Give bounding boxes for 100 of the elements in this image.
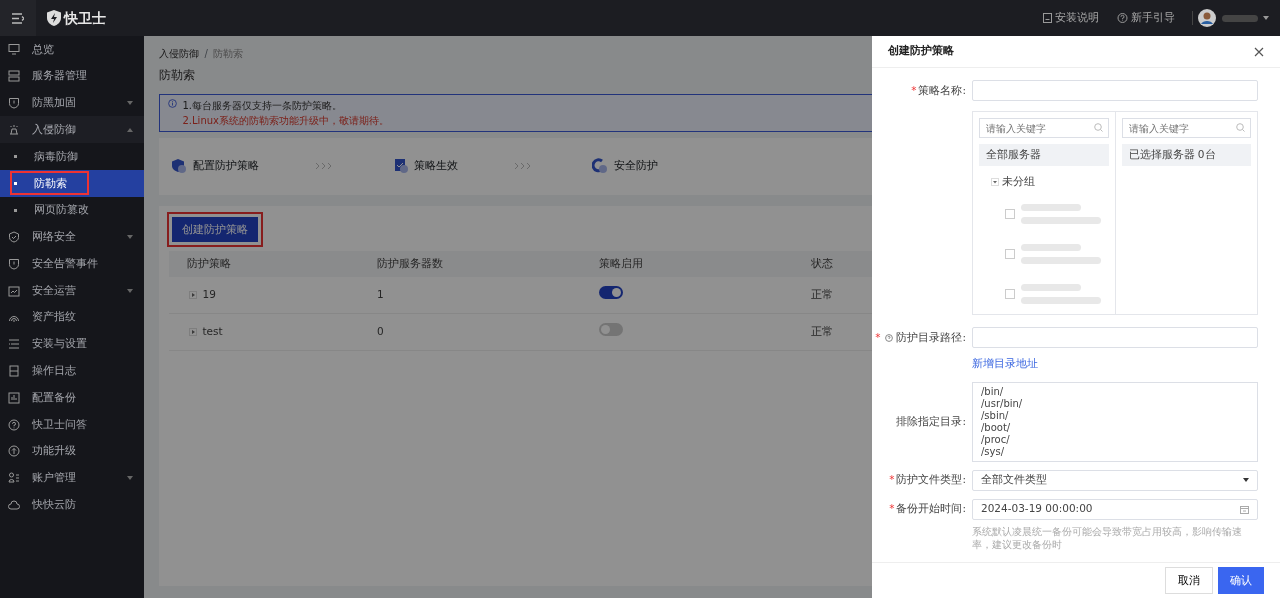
shield-check-icon [8, 230, 20, 243]
alarm-icon [8, 123, 20, 136]
sidebar-subitem[interactable]: 防勒索 [0, 170, 144, 197]
confirm-button[interactable]: 确认 [1218, 566, 1264, 595]
checkbox[interactable] [1005, 248, 1015, 259]
sidebar-subitem[interactable]: 病毒防御 [0, 143, 144, 170]
user-avatar-icon [1198, 9, 1216, 27]
help-link[interactable]: 新手引导 [1110, 9, 1181, 27]
bullet-icon [14, 181, 17, 185]
sidebar-item[interactable]: 资产指纹 [0, 303, 144, 331]
field-label: 防护目录路径: [896, 329, 966, 345]
group-toggle-button[interactable] [991, 177, 999, 186]
upgrade-icon [8, 445, 20, 458]
page-title: 防勒索 [159, 67, 196, 84]
toggle-switch[interactable] [599, 322, 623, 336]
sidebar-item[interactable]: 操作日志 [0, 357, 144, 385]
blurred-username [1221, 14, 1258, 22]
shield-icon [8, 97, 20, 109]
chevrons-icon [514, 162, 532, 170]
shield-logo-icon [47, 10, 61, 26]
menu-icon [12, 12, 24, 24]
help-icon [885, 333, 894, 342]
list-header: 全部服务器 [986, 147, 1041, 163]
server-search-field[interactable]: 请输入关键字 [1121, 118, 1251, 138]
menu-toggle-button[interactable] [0, 0, 36, 36]
cloud-icon [8, 498, 20, 511]
caret-down-icon [991, 177, 999, 186]
caret-up-icon [126, 127, 133, 132]
caret-down-icon [126, 234, 133, 239]
sidebar-item[interactable]: 入侵防御 [0, 116, 144, 144]
caret-down-icon [126, 288, 133, 293]
required-mark: * [875, 329, 881, 345]
column-header: 策略启用 [598, 255, 644, 271]
policy-name: test [202, 323, 223, 339]
sidebar-item[interactable]: 账户管理 [0, 464, 144, 492]
field-label: 排除指定目录: [896, 413, 966, 429]
file-type-select[interactable]: 全部文件类型 [972, 469, 1258, 491]
toggle-switch[interactable] [599, 285, 623, 299]
sidebar-item[interactable]: 服务器管理 [0, 62, 144, 90]
table-cell-text: 0 [376, 323, 385, 339]
sidebar-item[interactable]: 配置备份 [0, 384, 144, 412]
drawer-title: 创建防护策略 [888, 43, 954, 60]
start-time-field[interactable]: 2024-03-19 00:00:00 [972, 498, 1258, 520]
bullet-icon [14, 155, 17, 159]
backup-icon [8, 391, 20, 404]
exclude-directories-field[interactable]: /bin/ /usr/bin/ /sbin/ /boot/ /proc/ /sys/ [972, 381, 1258, 462]
step-label: 安全防护 [613, 157, 658, 174]
column-header: 防护服务器数 [376, 255, 444, 271]
bullet-icon [14, 208, 17, 212]
server-search-field[interactable]: 请输入关键字 [979, 118, 1109, 138]
sidebar-item[interactable]: 防黑加固 [0, 89, 144, 117]
search-icon [1236, 123, 1245, 132]
breadcrumb-link[interactable]: 入侵防御 [159, 46, 199, 64]
monitor-icon [8, 43, 20, 56]
checkbox[interactable] [1005, 208, 1015, 219]
server-icon [8, 70, 20, 83]
directory-path-field[interactable] [972, 327, 1258, 348]
app-logo-text: 快卫士 [63, 8, 106, 28]
cancel-button[interactable]: 取消 [1164, 566, 1213, 595]
sidebar-subitem[interactable]: 网页防篡改 [0, 196, 144, 224]
caret-down-icon [1243, 478, 1249, 483]
expand-row-button[interactable] [189, 290, 197, 299]
calendar-icon [1240, 504, 1249, 514]
caret-down-icon [126, 101, 133, 105]
policy-name: 19 [202, 286, 216, 302]
table-cell-text: 正常 [810, 286, 834, 302]
required-mark: * [911, 82, 917, 98]
expand-row-button[interactable] [189, 327, 197, 336]
document-icon [1041, 12, 1053, 24]
column-header: 状态 [810, 255, 834, 271]
sidebar-item[interactable]: 安全告警事件 [0, 250, 144, 278]
help-icon [1116, 12, 1128, 24]
checkbox[interactable] [1005, 288, 1015, 299]
sidebar-item[interactable]: 快快云防 [0, 491, 144, 519]
warning-text: 2.Linux系统的防勒索功能升级中，敬请期待。 [182, 114, 389, 128]
sidebar-item[interactable]: 快卫士问答 [0, 411, 144, 438]
sidebar-item[interactable]: 功能升级 [0, 437, 144, 465]
info-icon [168, 99, 177, 108]
policy-name-field[interactable] [972, 80, 1258, 101]
sidebar-item[interactable]: 安全运营 [0, 277, 144, 304]
help-icon [8, 418, 20, 431]
help-link[interactable]: 安装说明 [1035, 9, 1106, 27]
shield-icon [8, 257, 20, 270]
list-header: 已选择服务器 0台 [1128, 147, 1216, 163]
sidebar-item[interactable]: 安装与设置 [0, 330, 144, 358]
caret-right-icon [189, 327, 197, 336]
field-label: 防护文件类型: [896, 472, 966, 488]
add-directory-link[interactable]: 新增目录地址 [972, 356, 1038, 372]
group-label: 未分组 [1001, 174, 1035, 189]
step-label: 配置防护策略 [192, 157, 259, 174]
chart-icon [8, 284, 20, 297]
close-icon [1254, 46, 1264, 57]
chevrons-icon [314, 162, 333, 170]
sidebar-item[interactable]: 网络安全 [0, 223, 144, 251]
sidebar-item[interactable]: 总览 [0, 36, 144, 63]
field-label: 备份开始时间: [896, 501, 966, 517]
log-icon [8, 364, 20, 377]
close-button[interactable] [1254, 46, 1264, 57]
caret-down-icon [1263, 16, 1269, 20]
caret-right-icon [189, 290, 197, 299]
